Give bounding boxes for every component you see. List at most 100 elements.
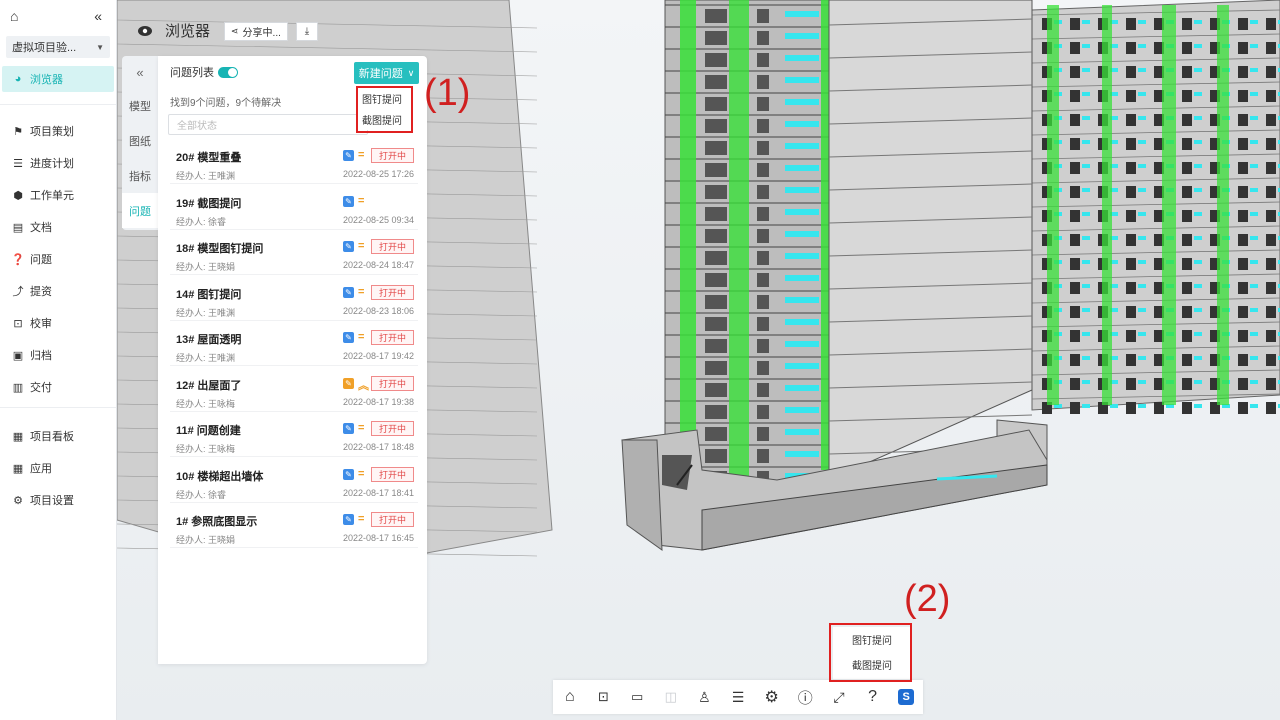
apps-icon: ▦	[12, 462, 24, 475]
tab-metrics[interactable]: 指标	[122, 158, 158, 193]
edit-icon[interactable]: ✎	[343, 150, 354, 161]
nav-top-bar: ⌂ «	[0, 0, 116, 32]
delivery-icon: ▥	[12, 381, 24, 394]
edit-icon[interactable]: ✎	[343, 195, 354, 207]
edit-icon[interactable]: ✎	[343, 241, 354, 252]
dashboard-icon: ▦	[12, 430, 24, 443]
annotation-label-2: (2)	[904, 578, 951, 620]
divider	[0, 104, 116, 105]
share-button[interactable]: ⋖ 分享中...	[224, 22, 288, 41]
submit-icon: ⤴	[12, 286, 24, 298]
new-issue-button[interactable]: 新建问题 ∨	[354, 62, 419, 84]
tab-issues[interactable]: 问题	[122, 193, 158, 228]
priority-normal-icon: =	[358, 422, 365, 434]
nav-item-dashboard[interactable]: ▦ 项目看板	[0, 420, 116, 452]
issue-date: 2022-08-25 17:26	[342, 169, 414, 179]
priority-normal-icon: =	[358, 194, 365, 207]
edit-icon[interactable]: ✎	[343, 468, 354, 480]
issue-summary: 找到9个问题，9个待解决	[170, 98, 282, 109]
issue-date: 2022-08-17 19:42	[342, 351, 414, 361]
project-selector[interactable]: 虚拟项目验... ▼	[6, 36, 110, 58]
issue-title: 14# 图钉提问	[176, 288, 242, 301]
issue-panel: 问题列表 新建问题 ∨ 找到9个问题，9个待解决 全部状态 20# 模型重叠 经办…	[158, 56, 427, 664]
nav-item-work-unit[interactable]: ⬢ 工作单元	[0, 179, 116, 211]
fullscreen-icon[interactable]: ⤢	[822, 680, 856, 714]
issue-card[interactable]: 19# 截图提问 经办人: 徐睿 2022-08-25 09:34 ✎ =	[170, 189, 418, 230]
edit-icon[interactable]: ✎	[343, 514, 354, 525]
status-filter-select[interactable]: 全部状态	[168, 114, 368, 135]
status-badge: 打开中	[371, 375, 414, 391]
nav-item-label: 提资	[30, 286, 52, 298]
gantt-icon: ☰	[13, 157, 23, 170]
nav-item-label: 项目设置	[30, 495, 74, 507]
nav-item-label: 进度计划	[30, 158, 74, 170]
list-icon[interactable]: ☰	[721, 680, 755, 714]
nav-item-label: 归档	[30, 350, 52, 362]
nav-item-label: 工作单元	[30, 190, 74, 202]
info-icon[interactable]: ⓘ	[788, 680, 822, 714]
issue-assignee: 经办人: 徐睿	[176, 216, 227, 227]
tab-model[interactable]: 模型	[122, 88, 158, 123]
nav-item-label: 校审	[30, 318, 52, 330]
collapse-panel-icon[interactable]: «	[122, 56, 158, 88]
eye-icon: ◕	[14, 73, 22, 85]
zoom-box-icon[interactable]: ⊡	[587, 680, 621, 714]
nav-item-issues[interactable]: ❓ 问题	[0, 243, 116, 275]
section-icon[interactable]: ◫	[654, 680, 688, 714]
help-icon[interactable]: ?	[856, 680, 890, 714]
issue-card[interactable]: 12# 出屋面了 经办人: 王咏梅 2022-08-17 19:38 ✎ ︽ 打开中	[170, 371, 418, 412]
nav-item-submissions[interactable]: ⤴ 提资	[0, 275, 116, 307]
issue-assignee: 经办人: 王唯渊	[176, 307, 236, 318]
share-label: 分享中...	[242, 28, 281, 39]
edit-icon[interactable]: ✎	[343, 286, 354, 298]
home-icon[interactable]: ⌂	[10, 8, 18, 24]
nav-item-label: 交付	[30, 382, 52, 394]
nav-item-label: 文档	[30, 222, 52, 234]
issue-assignee: 经办人: 王晓娟	[176, 262, 236, 272]
issue-card[interactable]: 11# 问题创建 经办人: 王咏梅 2022-08-17 18:48 ✎ = 打开中	[170, 417, 418, 457]
question-icon: ❓	[11, 253, 25, 266]
nav-item-project-settings[interactable]: ⚙ 项目设置	[0, 484, 116, 516]
status-badge: 打开中	[371, 148, 414, 163]
issue-assignee: 经办人: 王唯渊	[176, 353, 236, 363]
logo-icon[interactable]: S	[889, 680, 923, 714]
tab-drawings[interactable]: 图纸	[122, 123, 158, 158]
ruler-icon[interactable]: ▭	[620, 680, 654, 714]
issue-date: 2022-08-17 19:38	[342, 396, 414, 407]
status-badge: 打开中	[371, 421, 414, 436]
nav-item-review[interactable]: ⊡ 校审	[0, 307, 116, 339]
settings-icon[interactable]: ⚙	[755, 680, 789, 714]
issue-card[interactable]: 14# 图钉提问 经办人: 王唯渊 2022-08-23 18:06 ✎ = 打开中	[170, 280, 418, 321]
nav-item-label: 项目看板	[30, 431, 74, 443]
issue-list-label: 问题列表	[170, 67, 214, 79]
issue-list-toggle[interactable]	[218, 66, 238, 78]
issue-title: 20# 模型重叠	[176, 152, 242, 164]
home-icon[interactable]: ⌂	[553, 680, 587, 714]
left-navigation: ⌂ « 虚拟项目验... ▼ ◕ 浏览器 ⚑ 项目策划 ☰ 进度计划 ⬢ 工作单元 ▤ 文档 ❓…	[0, 0, 117, 720]
priority-normal-icon: =	[358, 331, 365, 343]
issue-card[interactable]: 13# 屋面透明 经办人: 王唯渊 2022-08-17 19:42 ✎ = 打开中	[170, 326, 418, 366]
nav-item-browser[interactable]: ◕ 浏览器	[2, 66, 114, 92]
nav-item-apps[interactable]: ▦ 应用	[0, 452, 116, 484]
nav-item-documents[interactable]: ▤ 文档	[0, 211, 116, 243]
issue-card[interactable]: 18# 模型图钉提问 经办人: 王晓娟 2022-08-24 18:47 ✎ = 打开中	[170, 235, 418, 275]
download-button[interactable]: ⤓	[296, 22, 318, 41]
nav-item-delivery[interactable]: ▥ 交付	[0, 371, 116, 403]
gear-icon: ⚙	[13, 494, 23, 507]
nav-item-schedule[interactable]: ☰ 进度计划	[0, 147, 116, 179]
issue-card[interactable]: 10# 楼梯超出墙体 经办人: 徐睿 2022-08-17 18:41 ✎ = 打开中	[170, 462, 418, 503]
nav-item-planning[interactable]: ⚑ 项目策划	[0, 115, 116, 147]
issue-card[interactable]: 1# 参照底图显示 经办人: 王晓娟 2022-08-17 16:45 ✎ = 打开中	[170, 508, 418, 548]
issue-list-toggle-row: 问题列表	[170, 64, 238, 80]
issue-card[interactable]: 20# 模型重叠 经办人: 王唯渊 2022-08-25 17:26 ✎ = 打开中	[170, 144, 418, 184]
edit-icon[interactable]: ✎	[343, 377, 354, 389]
issue-title: 11# 问题创建	[176, 425, 241, 437]
edit-icon[interactable]: ✎	[343, 423, 354, 434]
edit-icon[interactable]: ✎	[343, 332, 354, 343]
status-badge: 打开中	[371, 466, 414, 482]
collapse-nav-icon[interactable]: «	[94, 8, 102, 24]
nav-item-label: 问题	[30, 254, 52, 266]
viewer-toolbar: ⌂ ⊡ ▭ ◫ ♙ ☰ ⚙ ⓘ ⤢ ? S	[553, 680, 923, 714]
person-icon[interactable]: ♙	[688, 680, 722, 714]
nav-item-archive[interactable]: ▣ 归档	[0, 339, 116, 371]
